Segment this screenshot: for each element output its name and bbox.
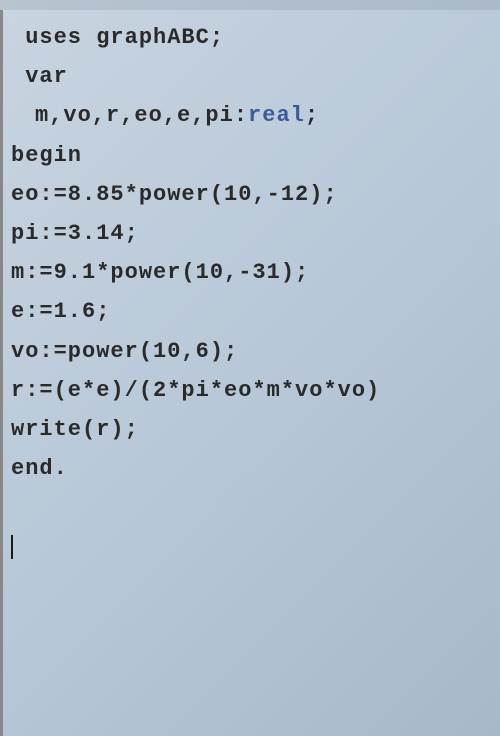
keyword-var: var (25, 64, 68, 89)
code-line-2: var (3, 57, 500, 96)
code-line-5: eo:=8.85*power(10,-12); (3, 175, 500, 214)
code-line-6: pi:=3.14; (3, 214, 500, 253)
code-line-7: m:=9.1*power(10,-31); (3, 253, 500, 292)
code-line-3: m,vo,r,eo,e,pi:real; (3, 96, 500, 135)
assignment-vo: vo:=power(10,6); (11, 339, 238, 364)
code-line-9: vo:=power(10,6); (3, 332, 500, 371)
code-line-1: uses graphABC; (3, 18, 500, 57)
keyword-begin: begin (11, 143, 82, 168)
type-real: real (248, 103, 305, 128)
var-declarations: m,vo,r,eo,e,pi: (35, 103, 248, 128)
keyword-end: end. (11, 456, 68, 481)
assignment-r: r:=(e*e)/(2*pi*eo*m*vo*vo) (11, 378, 380, 403)
module-name: graphABC; (82, 25, 224, 50)
write-call: write(r); (11, 417, 139, 442)
code-line-12: end. (3, 449, 500, 488)
assignment-pi: pi:=3.14; (11, 221, 139, 246)
semicolon: ; (305, 103, 319, 128)
assignment-eo: eo:=8.85*power(10,-12); (11, 182, 338, 207)
code-editor[interactable]: uses graphABC; var m,vo,r,eo,e,pi:real; … (0, 10, 500, 736)
assignment-m: m:=9.1*power(10,-31); (11, 260, 309, 285)
assignment-e: e:=1.6; (11, 299, 110, 324)
code-line-4: begin (3, 136, 500, 175)
code-line-empty (3, 488, 500, 527)
code-line-8: e:=1.6; (3, 292, 500, 331)
code-line-11: write(r); (3, 410, 500, 449)
text-cursor (11, 535, 13, 559)
code-line-10: r:=(e*e)/(2*pi*eo*m*vo*vo) (3, 371, 500, 410)
keyword-uses: uses (25, 25, 82, 50)
cursor-line (3, 527, 500, 566)
